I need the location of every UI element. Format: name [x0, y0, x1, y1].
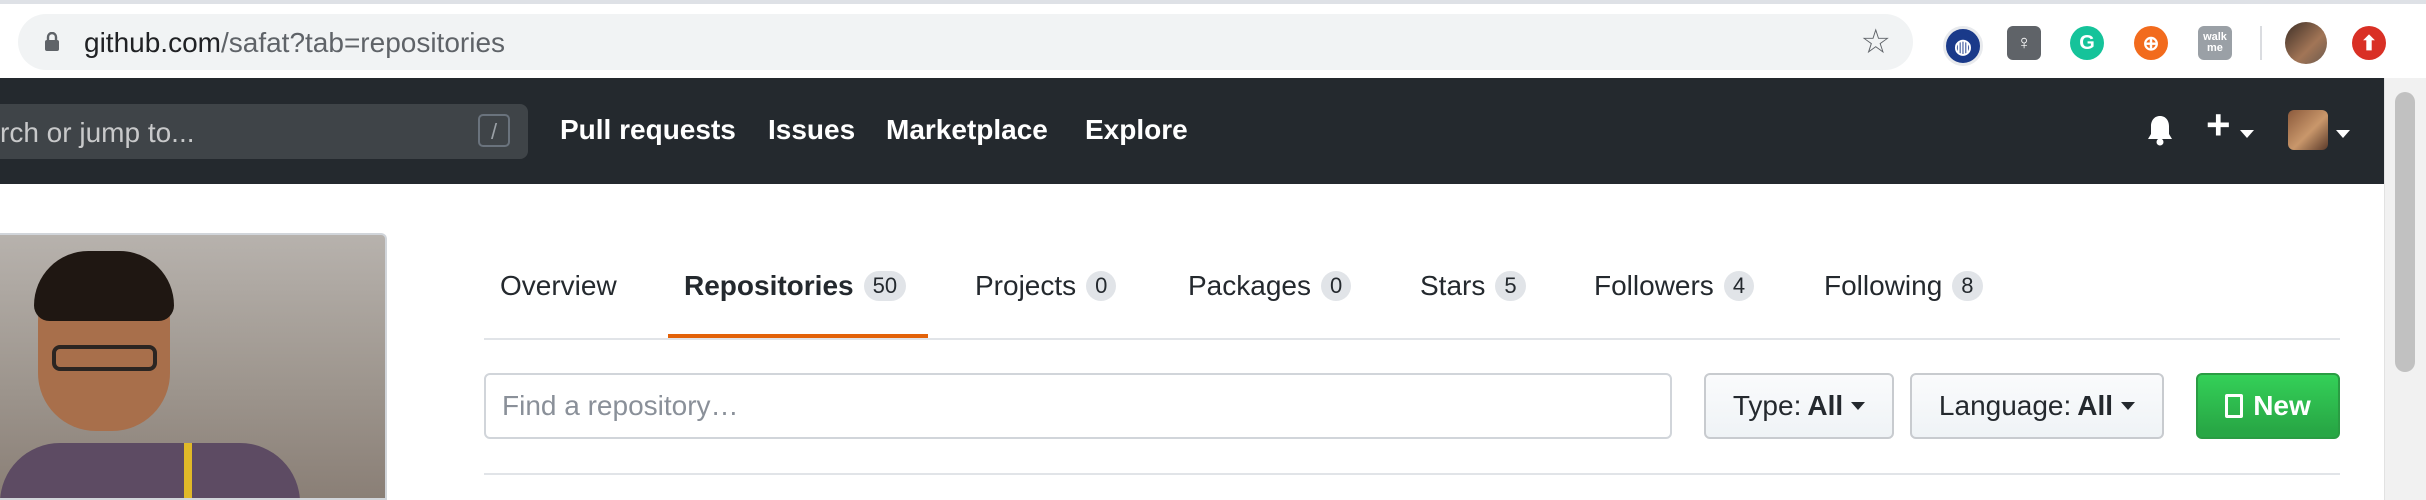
tab-stars[interactable]: Stars 5: [1420, 270, 1526, 302]
grammarly-extension-icon[interactable]: G: [2070, 26, 2104, 60]
global-search-input[interactable]: rch or jump to... /: [0, 104, 528, 159]
projects-count-badge: 0: [1086, 271, 1117, 301]
nav-marketplace[interactable]: Marketplace: [886, 114, 1048, 146]
profile-avatar-icon[interactable]: [2285, 22, 2327, 64]
photo-lanyard: [184, 443, 192, 498]
tab-repositories[interactable]: Repositories 50: [684, 270, 907, 302]
tab-label: Stars: [1420, 270, 1486, 301]
nav-explore[interactable]: Explore: [1085, 114, 1188, 146]
lightbulb-extension-icon[interactable]: ♀: [2007, 26, 2041, 60]
tab-label: Projects: [975, 270, 1077, 301]
repo-book-icon: [2225, 394, 2244, 418]
url-path: /safat?tab=repositories: [220, 27, 506, 58]
notifications-bell-icon[interactable]: [2145, 114, 2175, 146]
user-menu-caret-icon[interactable]: [2336, 130, 2350, 138]
photo-glasses: [52, 345, 157, 371]
global-search-placeholder: rch or jump to...: [0, 117, 195, 148]
scrollbar-thumb[interactable]: [2395, 92, 2415, 372]
tabs-divider: [484, 338, 2340, 340]
photo-shirt: [0, 443, 300, 498]
chevron-down-icon: [1851, 402, 1866, 410]
bookmark-star-icon[interactable]: ☆: [1861, 24, 1891, 60]
address-bar[interactable]: github.com/safat?tab=repositories ☆: [18, 14, 1913, 70]
slash-shortcut-hint: /: [478, 114, 510, 147]
tab-followers[interactable]: Followers 4: [1594, 270, 1755, 302]
new-button-label: New: [2253, 390, 2311, 421]
chevron-down-icon: [2121, 402, 2136, 410]
packages-count-badge: 0: [1320, 271, 1352, 301]
tab-label: Repositories: [684, 270, 854, 301]
nav-issues[interactable]: Issues: [768, 114, 855, 146]
nav-pull-requests[interactable]: Pull requests: [560, 114, 736, 146]
tab-label: Overview: [500, 270, 617, 301]
tab-projects[interactable]: Projects 0: [975, 270, 1117, 302]
new-repository-button[interactable]: New: [2196, 373, 2340, 439]
followers-count-badge: 4: [1723, 271, 1755, 301]
tab-label: Following: [1824, 270, 1943, 301]
create-new-plus-icon[interactable]: +: [2206, 104, 2231, 146]
lock-icon: [45, 32, 59, 51]
page-scrollbar[interactable]: [2384, 78, 2426, 500]
list-divider: [484, 473, 2340, 475]
upload-extension-icon[interactable]: ⬆: [2352, 26, 2386, 60]
find-repository-input[interactable]: [484, 373, 1672, 439]
globe-extension-icon[interactable]: ◍: [1943, 26, 1983, 66]
walkme-extension-icon[interactable]: walk me: [2198, 26, 2232, 60]
language-filter-label: Language:: [1938, 390, 2072, 421]
tab-packages[interactable]: Packages 0: [1188, 270, 1352, 302]
toolbar-divider: [2260, 26, 2262, 60]
language-filter-button[interactable]: Language: All: [1910, 373, 2164, 439]
tab-label: Packages: [1188, 270, 1311, 301]
tab-label: Followers: [1594, 270, 1714, 301]
tab-overview[interactable]: Overview: [500, 270, 617, 302]
type-filter-label: Type:: [1732, 390, 1802, 421]
repositories-count-badge: 50: [863, 271, 907, 301]
type-filter-button[interactable]: Type: All: [1704, 373, 1894, 439]
url-host: github.com: [84, 27, 221, 58]
profile-photo[interactable]: [0, 233, 387, 500]
stars-count-badge: 5: [1495, 271, 1526, 301]
language-filter-value: All: [2077, 390, 2114, 421]
photo-hair: [34, 251, 174, 321]
lifebuoy-extension-icon[interactable]: ⊕: [2134, 26, 2168, 60]
following-count-badge: 8: [1952, 271, 1983, 301]
browser-toolbar: github.com/safat?tab=repositories ☆ ◍ ♀ …: [0, 0, 2426, 78]
tab-following[interactable]: Following 8: [1824, 270, 1983, 302]
github-header: rch or jump to... / Pull requests Issues…: [0, 78, 2384, 184]
user-avatar[interactable]: [2288, 110, 2328, 150]
type-filter-value: All: [1807, 390, 1844, 421]
url-text[interactable]: github.com/safat?tab=repositories: [84, 27, 505, 59]
create-new-caret-icon[interactable]: [2240, 130, 2254, 138]
